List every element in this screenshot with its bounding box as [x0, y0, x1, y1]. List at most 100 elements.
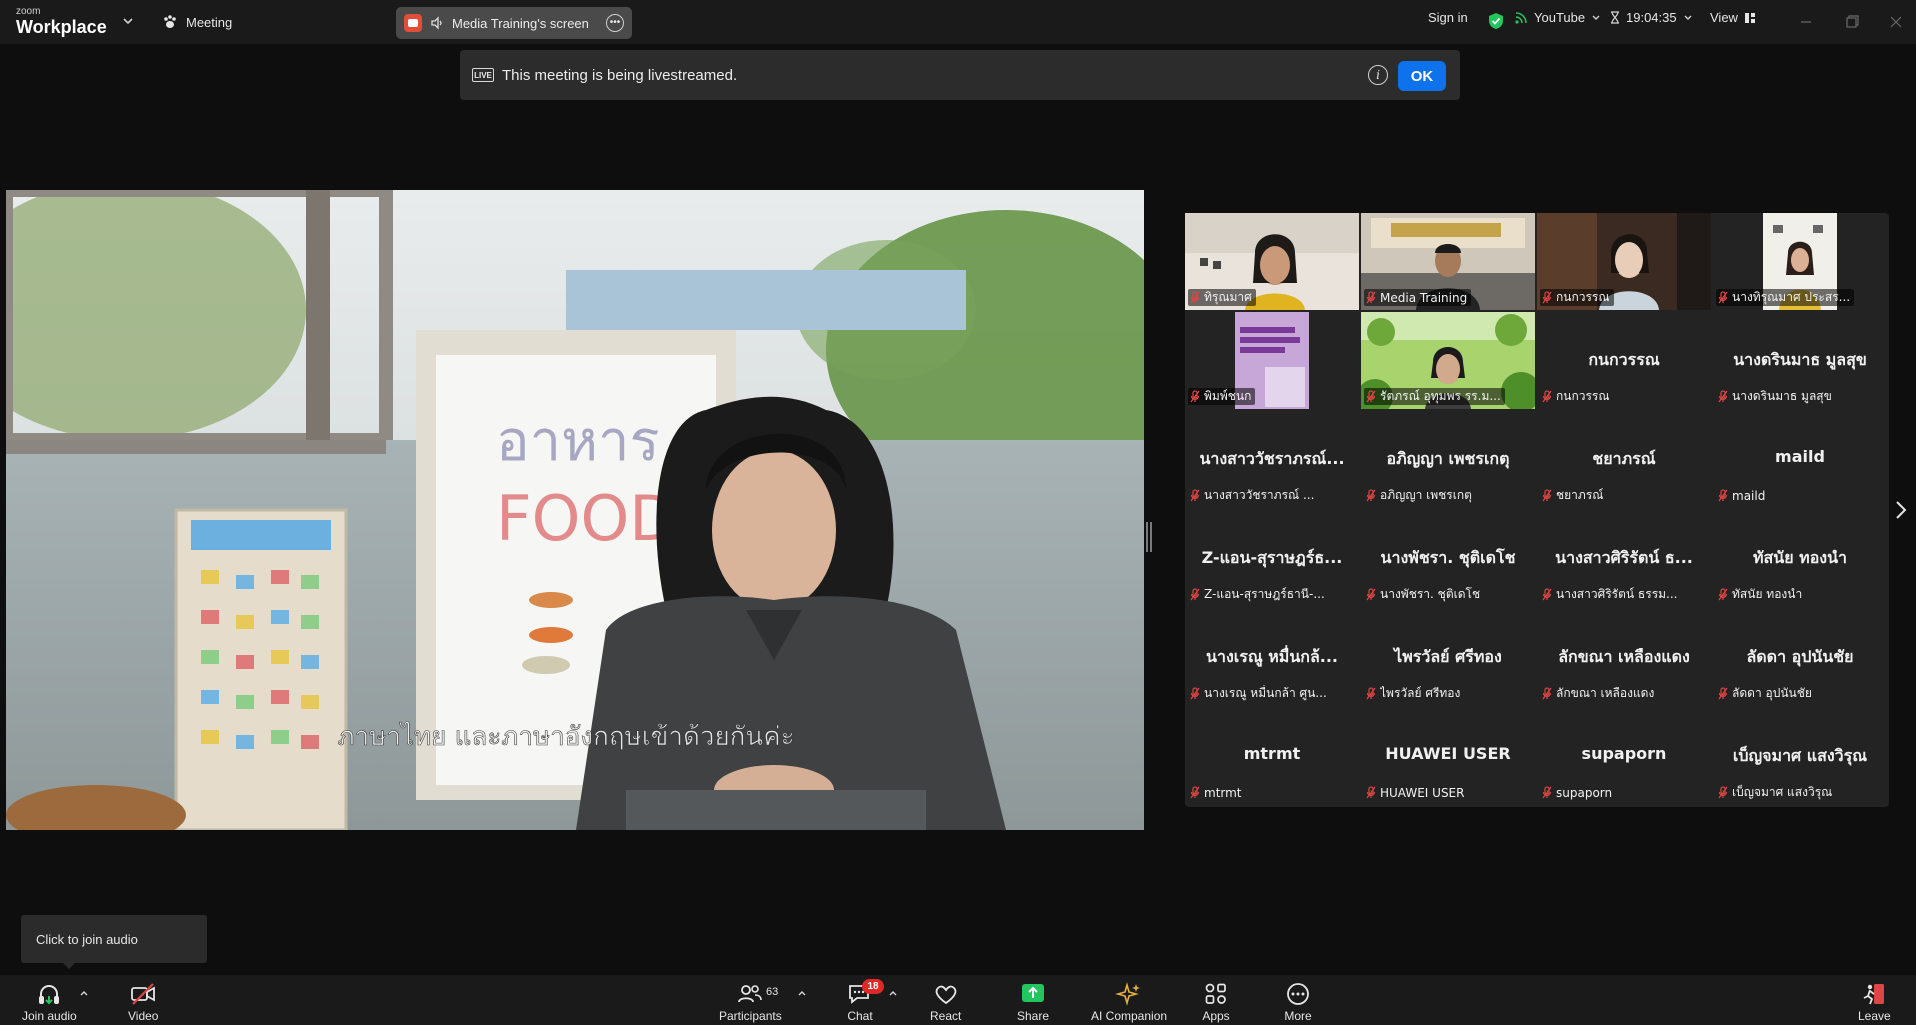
- restore-icon[interactable]: [1842, 12, 1862, 32]
- screen-share-pill[interactable]: Media Training's screen •••: [396, 7, 632, 39]
- participant-name-label: HUAWEI USER: [1366, 784, 1464, 801]
- more-label: More: [1284, 1009, 1312, 1023]
- mic-muted-icon: [1190, 489, 1200, 502]
- ok-button[interactable]: OK: [1398, 61, 1446, 91]
- info-icon[interactable]: i: [1368, 65, 1388, 85]
- mic-muted-icon: [1542, 588, 1552, 601]
- participant-name-label: รัตภรณ์ อุทุมพร รร.ม...: [1364, 388, 1505, 405]
- participant-tile[interactable]: ลักขณา เหลืองแดง ลักขณา เหลืองแดง: [1537, 609, 1711, 706]
- more-icon: [1287, 983, 1309, 1005]
- participant-tile[interactable]: นางเรณู หมื่นกล้... นางเรณู หมื่นกล้า ศูน…: [1185, 609, 1359, 706]
- participant-name-label: ทัสนัย ทองนำ: [1718, 586, 1802, 603]
- participant-name-label: supaporn: [1542, 784, 1612, 801]
- chevron-up-icon[interactable]: [79, 989, 89, 997]
- livestream-dropdown[interactable]: YouTube: [1514, 10, 1601, 25]
- participant-display-name: ชยาภรณ์: [1592, 449, 1656, 468]
- participant-name: นางดรินมาธ มูลสุข: [1732, 389, 1832, 403]
- mic-muted-icon: [1542, 489, 1552, 502]
- meeting-toolbar: Join audio Video Participants 63 Chat 18…: [0, 975, 1916, 1025]
- participant-name: เบ็ญจมาศ แสงวิรุณ: [1732, 785, 1833, 799]
- participant-name: HUAWEI USER: [1380, 785, 1465, 800]
- minimize-icon[interactable]: [1796, 12, 1816, 32]
- more-button[interactable]: More: [1284, 981, 1312, 1023]
- participant-name-label: นางสาวศิริรัตน์ ธรรม...: [1542, 586, 1678, 603]
- more-options-icon[interactable]: •••: [606, 14, 624, 32]
- participant-tile[interactable]: กนกวรรณ กนกวรรณ: [1537, 312, 1711, 409]
- chat-label: Chat: [847, 1009, 873, 1023]
- participants-label: Participants: [719, 1009, 782, 1023]
- react-label: React: [930, 1009, 962, 1023]
- participant-display-name: maild: [1775, 447, 1825, 466]
- sparkle-icon: [1115, 982, 1141, 1006]
- react-button[interactable]: React: [930, 981, 961, 1023]
- shield-check-icon[interactable]: [1488, 12, 1504, 30]
- participant-name: ลัดดา อุปนันชัย: [1732, 686, 1812, 700]
- participant-name-label: ทิรุณมาศ: [1188, 289, 1256, 306]
- participant-tile[interactable]: supaporn supaporn: [1537, 708, 1711, 805]
- participant-tile[interactable]: อภิญญา เพชรเกตุ อภิญญา เพชรเกตุ: [1361, 411, 1535, 508]
- participant-tile[interactable]: ทิรุณมาศ: [1185, 213, 1359, 310]
- chevron-up-icon[interactable]: [888, 989, 898, 997]
- tooltip-text: Click to join audio: [36, 931, 138, 947]
- speaker-icon: [431, 16, 442, 30]
- participant-tile[interactable]: นางสาววัชราภรณ์... นางสาววัชราภรณ์ ...: [1185, 411, 1359, 508]
- participant-name-label: กนกวรรณ: [1542, 388, 1610, 405]
- participant-tile[interactable]: รัตภรณ์ อุทุมพร รร.ม...: [1361, 312, 1535, 409]
- participant-display-name: ลักขณา เหลืองแดง: [1558, 647, 1690, 666]
- participant-tile[interactable]: Z-แอน-สุราษฎร์ธ... Z-แอน-สุราษฎร์ธานี-...: [1185, 510, 1359, 607]
- participant-tile[interactable]: mtrmt mtrmt: [1185, 708, 1359, 805]
- brand-title: Workplace: [16, 17, 107, 37]
- split-view-handle[interactable]: [1146, 522, 1152, 552]
- participant-name-label: นางเรณู หมื่นกล้า ศูน...: [1190, 685, 1327, 702]
- apps-button[interactable]: Apps: [1202, 981, 1230, 1023]
- live-badge: LIVE: [472, 68, 494, 82]
- share-label: Share: [1017, 1009, 1050, 1023]
- video-button[interactable]: Video: [128, 981, 158, 1023]
- participant-tile[interactable]: ไพรวัลย์ ศรีทอง ไพรวัลย์ ศรีทอง: [1361, 609, 1535, 706]
- chevron-down-icon: [1684, 15, 1692, 20]
- participant-name: รัตภรณ์ อุทุมพร รร.ม...: [1380, 389, 1501, 403]
- participant-display-name: อภิญญา เพชรเกตุ: [1386, 449, 1510, 468]
- banner-text: This meeting is being livestreamed.: [502, 66, 738, 84]
- join-audio-button[interactable]: Join audio: [22, 981, 77, 1023]
- participant-tile[interactable]: นางพัชรา. ชุติเดโช นางพัชรา. ชุติเดโช: [1361, 510, 1535, 607]
- participant-name-label: Media Training: [1364, 289, 1472, 306]
- participant-tile[interactable]: HUAWEI USER HUAWEI USER: [1361, 708, 1535, 805]
- participant-name-label: maild: [1718, 487, 1765, 504]
- share-screen-icon: [1022, 984, 1045, 1002]
- participant-name-label: ลักขณา เหลืองแดง: [1542, 685, 1654, 702]
- brand-small: zoom: [16, 6, 41, 17]
- leave-button[interactable]: Leave: [1858, 981, 1891, 1023]
- participant-tile[interactable]: Media Training: [1361, 213, 1535, 310]
- participant-display-name: HUAWEI USER: [1385, 744, 1511, 763]
- sign-in-button[interactable]: Sign in: [1428, 10, 1468, 25]
- chevron-right-icon[interactable]: [1894, 498, 1908, 522]
- participant-tile[interactable]: ลัดดา อุปนันชัย ลัดดา อุปนันชัย: [1713, 609, 1887, 706]
- participant-name: อภิญญา เพชรเกตุ: [1380, 488, 1472, 502]
- participant-tile[interactable]: maild maild: [1713, 411, 1887, 508]
- ai-companion-button[interactable]: AI Companion: [1091, 981, 1167, 1023]
- ai-companion-label: AI Companion: [1091, 1009, 1168, 1023]
- participant-tile[interactable]: เบ็ญจมาศ แสงวิรุณ เบ็ญจมาศ แสงวิรุณ: [1713, 708, 1887, 805]
- chat-button[interactable]: Chat 18: [846, 979, 884, 1023]
- meeting-timer[interactable]: 19:04:35: [1610, 10, 1693, 25]
- close-icon[interactable]: [1886, 12, 1906, 32]
- participant-tile[interactable]: นางทิรุณมาศ ประสร...: [1713, 213, 1887, 310]
- chevron-down-icon[interactable]: [121, 14, 135, 28]
- participant-tile[interactable]: นางดรินมาธ มูลสุข นางดรินมาธ มูลสุข: [1713, 312, 1887, 409]
- participant-name: mtrmt: [1204, 785, 1242, 800]
- share-button[interactable]: Share: [1017, 981, 1049, 1023]
- chevron-up-icon[interactable]: [797, 989, 807, 997]
- shared-screen-video[interactable]: อาหาร FOOD ภาษาไทย และภาษาอังกฤษเข้าด้วย…: [6, 190, 1144, 830]
- participant-tile[interactable]: นางสาวศิริรัตน์ ธ... นางสาวศิริรัตน์ ธรรม…: [1537, 510, 1711, 607]
- meeting-button[interactable]: Meeting: [162, 12, 232, 32]
- view-button[interactable]: View: [1710, 10, 1756, 25]
- mic-muted-icon: [1190, 588, 1200, 601]
- top-bar: zoom Workplace Meeting Media Training's …: [0, 0, 1916, 44]
- participant-name-label: กนกวรรณ: [1540, 289, 1614, 306]
- participant-tile[interactable]: ทัสนัย ทองนำ ทัสนัย ทองนำ: [1713, 510, 1887, 607]
- participant-display-name: เบ็ญจมาศ แสงวิรุณ: [1732, 746, 1868, 765]
- participant-tile[interactable]: กนกวรรณ: [1537, 213, 1711, 310]
- participant-tile[interactable]: ชยาภรณ์ ชยาภรณ์: [1537, 411, 1711, 508]
- participant-tile[interactable]: พิมพ์ชนก: [1185, 312, 1359, 409]
